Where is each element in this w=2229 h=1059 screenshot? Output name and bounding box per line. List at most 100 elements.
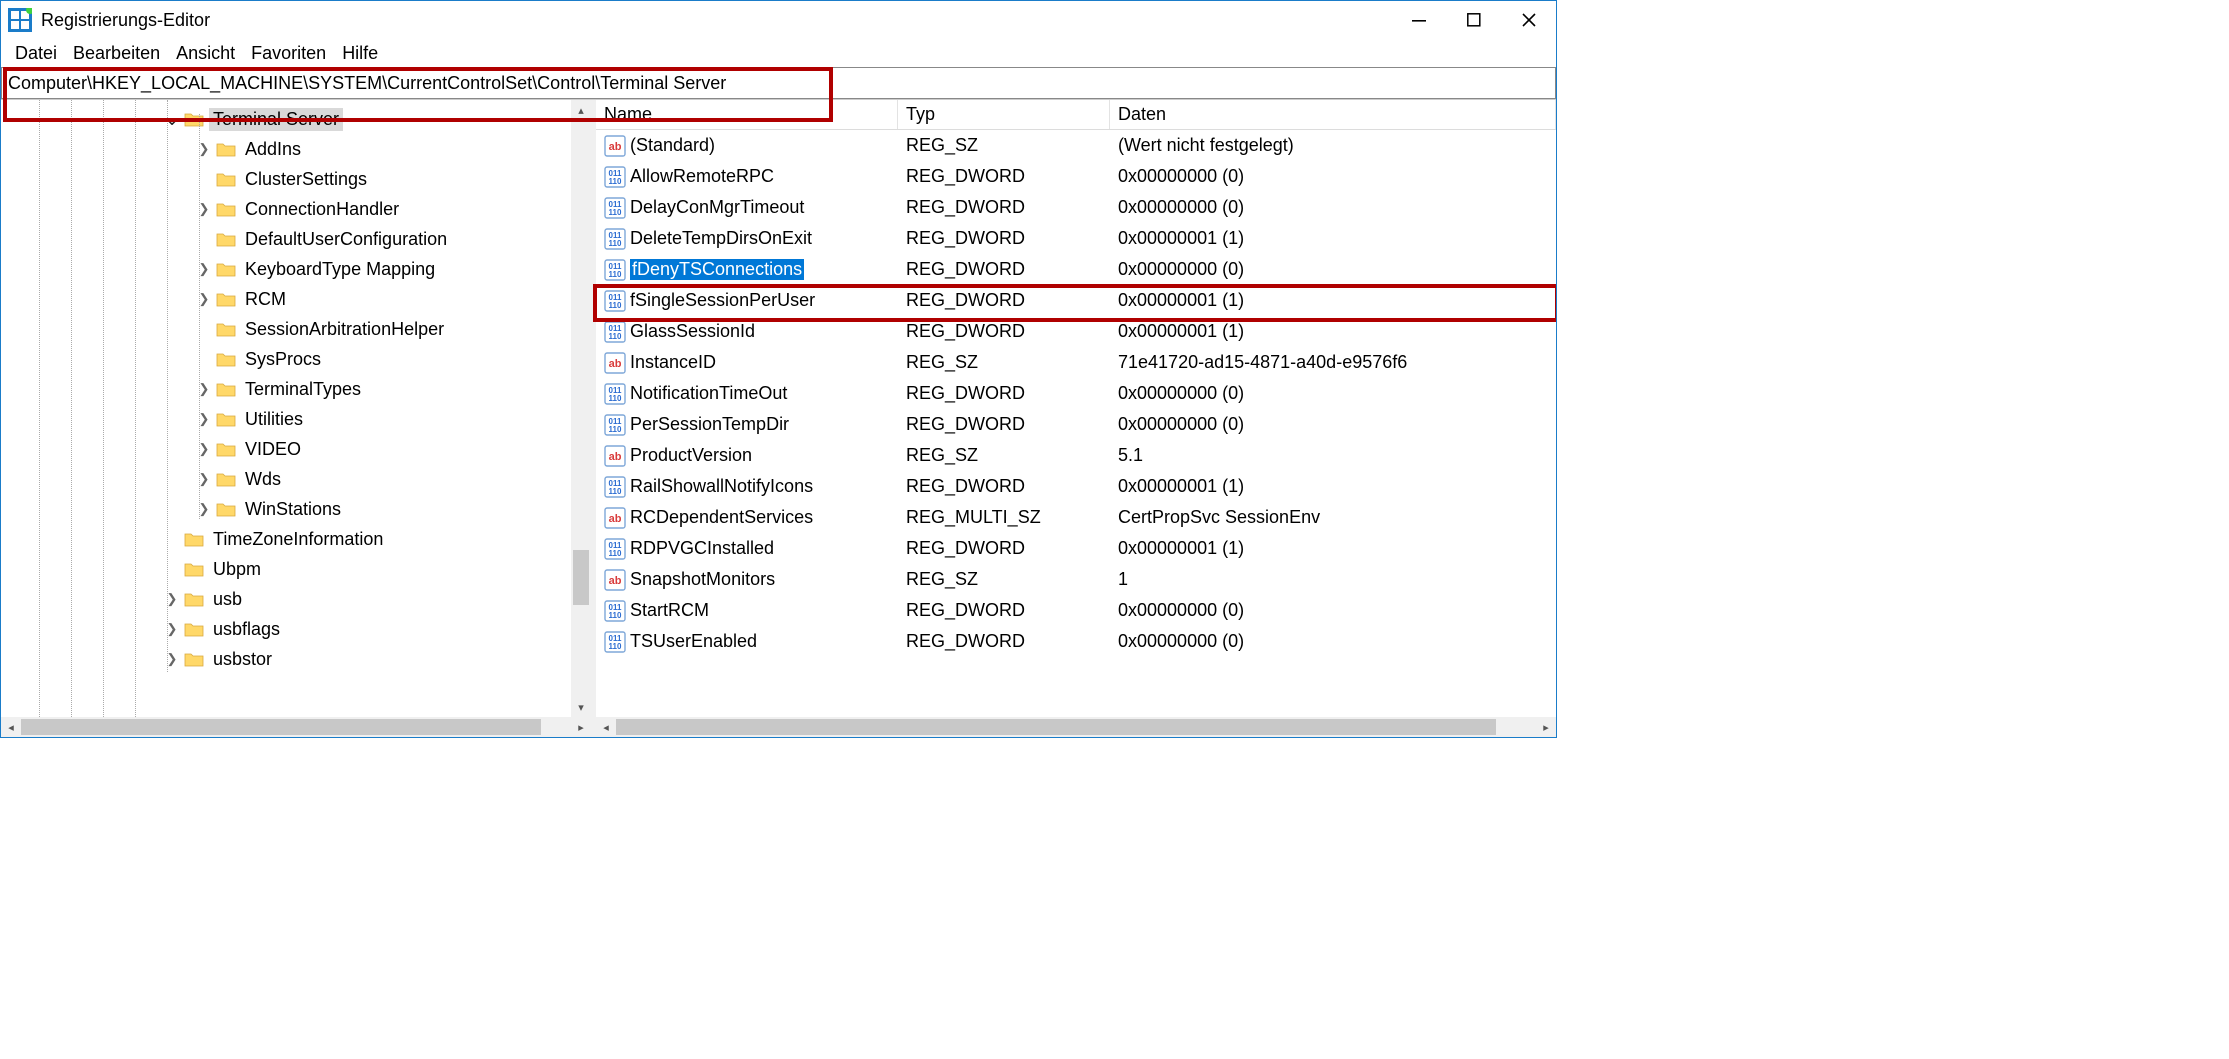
value-name: RDPVGCInstalled xyxy=(630,538,774,559)
expander-icon[interactable] xyxy=(161,113,183,125)
folder-icon xyxy=(215,469,237,489)
value-name: fSingleSessionPerUser xyxy=(630,290,815,311)
menu-help[interactable]: Hilfe xyxy=(334,41,386,66)
tree-item[interactable]: usbflags xyxy=(1,614,571,644)
scroll-right-icon[interactable]: ▸ xyxy=(1536,717,1556,737)
tree-item[interactable]: Ubpm xyxy=(1,554,571,584)
expander-icon[interactable] xyxy=(193,381,215,397)
scroll-down-icon[interactable]: ▾ xyxy=(571,697,591,717)
menu-file[interactable]: Datei xyxy=(7,41,65,66)
folder-icon xyxy=(215,439,237,459)
tree-item[interactable]: RCM xyxy=(1,284,571,314)
scroll-up-icon[interactable]: ▴ xyxy=(571,100,591,120)
tree-item[interactable]: TerminalTypes xyxy=(1,374,571,404)
column-header-name[interactable]: Name xyxy=(596,100,898,129)
value-type: REG_DWORD xyxy=(898,290,1110,311)
tree-item[interactable]: usbstor xyxy=(1,644,571,674)
tree-item-label: WinStations xyxy=(241,498,345,521)
column-header-data[interactable]: Daten xyxy=(1110,100,1556,129)
value-row[interactable]: NotificationTimeOutREG_DWORD0x00000000 (… xyxy=(596,378,1556,409)
reg-binary-icon xyxy=(604,321,626,343)
expander-icon[interactable] xyxy=(193,441,215,457)
value-row[interactable]: PerSessionTempDirREG_DWORD0x00000000 (0) xyxy=(596,409,1556,440)
address-input[interactable] xyxy=(1,67,1556,99)
tree-item[interactable]: TimeZoneInformation xyxy=(1,524,571,554)
minimize-button[interactable] xyxy=(1391,1,1446,39)
scroll-thumb[interactable] xyxy=(573,550,589,605)
expander-icon[interactable] xyxy=(193,471,215,487)
scroll-left-icon[interactable]: ◂ xyxy=(596,717,616,737)
column-header-type[interactable]: Typ xyxy=(898,100,1110,129)
tree-horizontal-scrollbar[interactable]: ◂ ▸ xyxy=(1,717,591,737)
tree-item[interactable]: usb xyxy=(1,584,571,614)
scroll-left-icon[interactable]: ◂ xyxy=(1,717,21,737)
values-list[interactable]: (Standard)REG_SZ(Wert nicht festgelegt)A… xyxy=(596,130,1556,717)
value-name: PerSessionTempDir xyxy=(630,414,789,435)
values-horizontal-scrollbar[interactable]: ◂ ▸ xyxy=(596,717,1556,737)
scroll-right-icon[interactable]: ▸ xyxy=(571,717,591,737)
value-row[interactable]: ProductVersionREG_SZ5.1 xyxy=(596,440,1556,471)
value-row[interactable]: SnapshotMonitorsREG_SZ1 xyxy=(596,564,1556,595)
scroll-thumb[interactable] xyxy=(21,719,541,735)
menu-favorites[interactable]: Favoriten xyxy=(243,41,334,66)
tree-vertical-scrollbar[interactable]: ▴ ▾ xyxy=(571,100,591,717)
expander-icon[interactable] xyxy=(161,651,183,667)
tree-item[interactable]: Terminal Server xyxy=(1,104,571,134)
scroll-thumb[interactable] xyxy=(616,719,1496,735)
tree-item[interactable]: VIDEO xyxy=(1,434,571,464)
tree-item[interactable]: Utilities xyxy=(1,404,571,434)
tree-item[interactable]: WinStations xyxy=(1,494,571,524)
maximize-button[interactable] xyxy=(1446,1,1501,39)
value-type: REG_DWORD xyxy=(898,166,1110,187)
value-row[interactable]: AllowRemoteRPCREG_DWORD0x00000000 (0) xyxy=(596,161,1556,192)
expander-icon[interactable] xyxy=(161,621,183,637)
tree-item[interactable]: DefaultUserConfiguration xyxy=(1,224,571,254)
folder-icon xyxy=(215,169,237,189)
value-row[interactable]: GlassSessionIdREG_DWORD0x00000001 (1) xyxy=(596,316,1556,347)
menu-view[interactable]: Ansicht xyxy=(168,41,243,66)
expander-icon[interactable] xyxy=(193,411,215,427)
value-row[interactable]: TSUserEnabledREG_DWORD0x00000000 (0) xyxy=(596,626,1556,657)
value-row[interactable]: fDenyTSConnectionsREG_DWORD0x00000000 (0… xyxy=(596,254,1556,285)
tree-item[interactable]: KeyboardType Mapping xyxy=(1,254,571,284)
reg-binary-icon xyxy=(604,383,626,405)
value-row[interactable]: DelayConMgrTimeoutREG_DWORD0x00000000 (0… xyxy=(596,192,1556,223)
folder-icon xyxy=(183,109,205,129)
value-row[interactable]: (Standard)REG_SZ(Wert nicht festgelegt) xyxy=(596,130,1556,161)
tree-item[interactable]: ClusterSettings xyxy=(1,164,571,194)
expander-icon[interactable] xyxy=(161,591,183,607)
value-name: DeleteTempDirsOnExit xyxy=(630,228,812,249)
value-data: 71e41720-ad15-4871-a40d-e9576f6 xyxy=(1110,352,1556,373)
value-row[interactable]: RCDependentServicesREG_MULTI_SZCertPropS… xyxy=(596,502,1556,533)
menu-edit[interactable]: Bearbeiten xyxy=(65,41,168,66)
tree-item[interactable]: SysProcs xyxy=(1,344,571,374)
tree-item-label: usbflags xyxy=(209,618,284,641)
tree-item[interactable]: AddIns xyxy=(1,134,571,164)
value-data: 0x00000000 (0) xyxy=(1110,197,1556,218)
value-row[interactable]: fSingleSessionPerUserREG_DWORD0x00000001… xyxy=(596,285,1556,316)
expander-icon[interactable] xyxy=(193,141,215,157)
close-button[interactable] xyxy=(1501,1,1556,39)
value-data: 0x00000001 (1) xyxy=(1110,538,1556,559)
expander-icon[interactable] xyxy=(193,291,215,307)
value-row[interactable]: StartRCMREG_DWORD0x00000000 (0) xyxy=(596,595,1556,626)
value-row[interactable]: RDPVGCInstalledREG_DWORD0x00000001 (1) xyxy=(596,533,1556,564)
tree-item-label: VIDEO xyxy=(241,438,305,461)
reg-binary-icon xyxy=(604,600,626,622)
expander-icon[interactable] xyxy=(193,501,215,517)
tree[interactable]: Terminal ServerAddInsClusterSettingsConn… xyxy=(1,100,571,674)
value-row[interactable]: InstanceIDREG_SZ71e41720-ad15-4871-a40d-… xyxy=(596,347,1556,378)
value-row[interactable]: DeleteTempDirsOnExitREG_DWORD0x00000001 … xyxy=(596,223,1556,254)
value-data: 0x00000000 (0) xyxy=(1110,259,1556,280)
tree-item[interactable]: ConnectionHandler xyxy=(1,194,571,224)
tree-item[interactable]: SessionArbitrationHelper xyxy=(1,314,571,344)
folder-icon xyxy=(215,199,237,219)
expander-icon[interactable] xyxy=(193,201,215,217)
values-header: Name Typ Daten xyxy=(596,100,1556,130)
value-type: REG_DWORD xyxy=(898,383,1110,404)
tree-item[interactable]: Wds xyxy=(1,464,571,494)
tree-item-label: TimeZoneInformation xyxy=(209,528,387,551)
folder-icon xyxy=(215,499,237,519)
expander-icon[interactable] xyxy=(193,261,215,277)
value-row[interactable]: RailShowallNotifyIconsREG_DWORD0x0000000… xyxy=(596,471,1556,502)
